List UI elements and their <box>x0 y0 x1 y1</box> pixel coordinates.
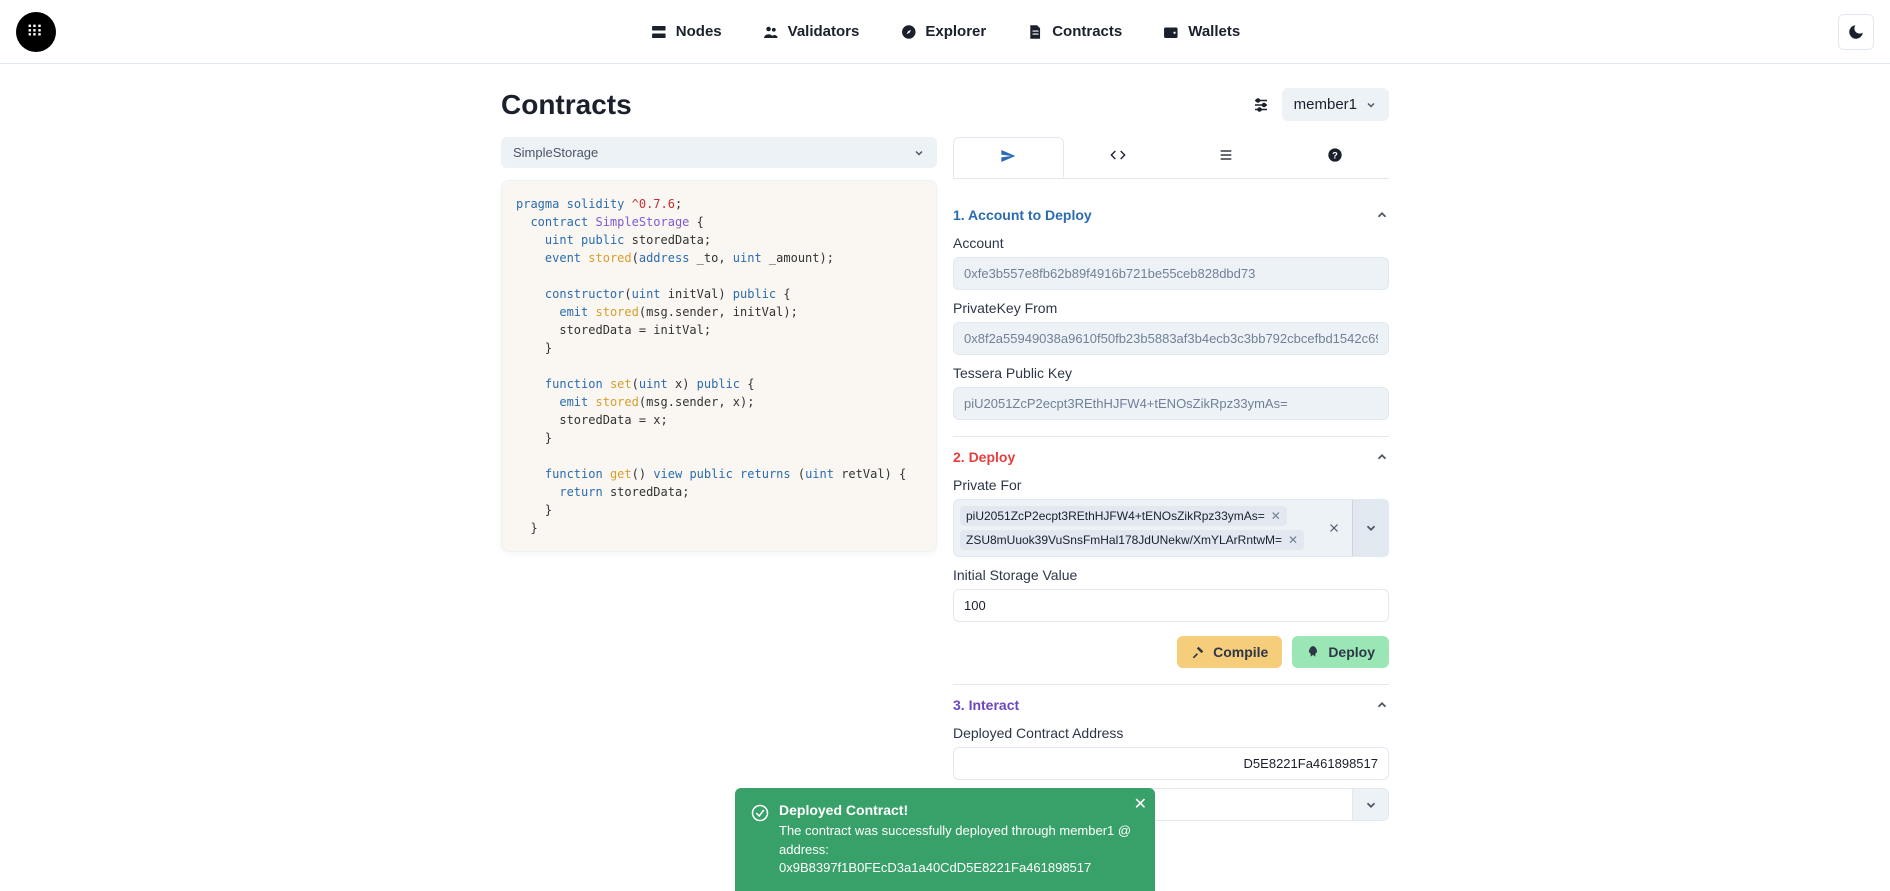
help-icon: ? <box>1327 147 1343 163</box>
two-column-layout: SimpleStorage pragma solidity ^0.7.6; co… <box>501 137 1389 837</box>
chevron-down-icon <box>1365 99 1377 111</box>
hammer-icon <box>1191 645 1205 659</box>
section-interact-title: 3. Interact <box>953 697 1019 713</box>
right-column: ? 1. Account to Deploy Account PrivateKe… <box>953 137 1389 837</box>
moon-icon <box>1847 23 1865 41</box>
account-label: Account <box>953 235 1389 251</box>
deploy-label: Deploy <box>1328 644 1375 660</box>
nav-contracts-label: Contracts <box>1052 23 1122 40</box>
section-deploy-header[interactable]: 2. Deploy <box>953 449 1389 465</box>
compile-button[interactable]: Compile <box>1177 636 1282 668</box>
main-container: Contracts member1 SimpleStorage pragma s… <box>485 88 1405 837</box>
chip: ZSU8mUuok39VuSnsFmHal178JdUNekw/XmYLArRn… <box>960 530 1304 550</box>
chevron-up-icon <box>1375 698 1389 712</box>
code-editor[interactable]: pragma solidity ^0.7.6; contract SimpleS… <box>501 180 937 552</box>
nav-validators[interactable]: Validators <box>762 23 860 41</box>
privatekey-label: PrivateKey From <box>953 300 1389 316</box>
tabbar: ? <box>953 137 1389 179</box>
multiselect-open[interactable] <box>1352 500 1388 556</box>
nav-nodes-label: Nodes <box>676 23 722 40</box>
chip-remove-icon[interactable]: ✕ <box>1271 509 1281 523</box>
nav-contracts[interactable]: Contracts <box>1026 23 1122 41</box>
toast-title: Deployed Contract! <box>779 802 1139 818</box>
section-deploy: 2. Deploy Private For piU2051ZcP2ecpt3RE… <box>953 437 1389 685</box>
nav-explorer[interactable]: Explorer <box>899 23 986 41</box>
toast-success: Deployed Contract! The contract was succ… <box>735 788 1155 891</box>
header: ⠿⠇ Nodes Validators Explorer Contracts <box>0 0 1890 64</box>
section-interact-header[interactable]: 3. Interact <box>953 697 1389 713</box>
theme-toggle[interactable] <box>1838 14 1874 50</box>
section-account-header[interactable]: 1. Account to Deploy <box>953 207 1389 223</box>
check-circle-icon <box>751 804 769 877</box>
chip: piU2051ZcP2ecpt3REthHJFW4+tENOsZikRpz33y… <box>960 506 1287 526</box>
sliders-icon[interactable] <box>1252 96 1270 114</box>
deployed-addr-label: Deployed Contract Address <box>953 725 1389 741</box>
compile-label: Compile <box>1213 644 1268 660</box>
multiselect-clear[interactable] <box>1316 500 1352 556</box>
contract-select[interactable]: SimpleStorage <box>501 137 937 168</box>
section-deploy-title: 2. Deploy <box>953 449 1015 465</box>
section-account-title: 1. Account to Deploy <box>953 207 1092 223</box>
chip-label: ZSU8mUuok39VuSnsFmHal178JdUNekw/XmYLArRn… <box>966 533 1282 547</box>
toast-content: Deployed Contract! The contract was succ… <box>779 802 1139 877</box>
member-select[interactable]: member1 <box>1282 88 1389 121</box>
logo[interactable]: ⠿⠇ <box>16 12 56 52</box>
code-icon <box>1110 147 1126 163</box>
chip-remove-icon[interactable]: ✕ <box>1288 533 1298 547</box>
logo-dots-icon: ⠿⠇ <box>26 22 45 42</box>
nav-explorer-label: Explorer <box>925 23 986 40</box>
privatefor-multiselect[interactable]: piU2051ZcP2ecpt3REthHJFW4+tENOsZikRpz33y… <box>953 499 1389 557</box>
account-input[interactable] <box>953 257 1389 290</box>
tab-help[interactable]: ? <box>1281 137 1390 178</box>
tessera-input[interactable] <box>953 387 1389 420</box>
tab-list[interactable] <box>1172 137 1281 178</box>
chevron-up-icon <box>1375 450 1389 464</box>
toast-close-icon[interactable]: ✕ <box>1134 794 1147 814</box>
rocket-icon <box>1306 645 1320 659</box>
chip-label: piU2051ZcP2ecpt3REthHJFW4+tENOsZikRpz33y… <box>966 509 1265 523</box>
chips-container: piU2051ZcP2ecpt3REthHJFW4+tENOsZikRpz33y… <box>954 500 1316 556</box>
left-column: SimpleStorage pragma solidity ^0.7.6; co… <box>501 137 937 552</box>
privatekey-input[interactable] <box>953 322 1389 355</box>
member-select-label: member1 <box>1294 96 1357 113</box>
top-nav: Nodes Validators Explorer Contracts Wall… <box>650 23 1240 41</box>
nav-validators-label: Validators <box>788 23 860 40</box>
send-icon <box>1000 148 1016 164</box>
function-select-open[interactable] <box>1352 789 1388 820</box>
list-icon <box>1218 147 1234 163</box>
document-icon <box>1026 23 1044 41</box>
tessera-label: Tessera Public Key <box>953 365 1389 381</box>
page-title: Contracts <box>501 89 632 121</box>
nav-wallets[interactable]: Wallets <box>1162 23 1240 41</box>
compass-icon <box>899 23 917 41</box>
deployed-addr-input[interactable] <box>953 747 1389 780</box>
nav-nodes[interactable]: Nodes <box>650 23 722 41</box>
title-controls: member1 <box>1252 88 1389 121</box>
initstorage-label: Initial Storage Value <box>953 567 1389 583</box>
privatefor-label: Private For <box>953 477 1389 493</box>
deploy-buttons: Compile Deploy <box>953 636 1389 668</box>
tab-deploy[interactable] <box>953 137 1064 178</box>
section-account: 1. Account to Deploy Account PrivateKey … <box>953 195 1389 437</box>
title-row: Contracts member1 <box>501 88 1389 121</box>
nav-wallets-label: Wallets <box>1188 23 1240 40</box>
wallet-icon <box>1162 23 1180 41</box>
server-icon <box>650 23 668 41</box>
initstorage-input[interactable] <box>953 589 1389 622</box>
chevron-up-icon <box>1375 208 1389 222</box>
toast-body: The contract was successfully deployed t… <box>779 822 1139 877</box>
deploy-button[interactable]: Deploy <box>1292 636 1389 668</box>
users-icon <box>762 23 780 41</box>
chevron-down-icon <box>913 147 925 159</box>
svg-text:?: ? <box>1332 150 1338 160</box>
contract-select-label: SimpleStorage <box>513 145 598 160</box>
multiselect-controls <box>1316 500 1388 556</box>
tab-code[interactable] <box>1064 137 1173 178</box>
